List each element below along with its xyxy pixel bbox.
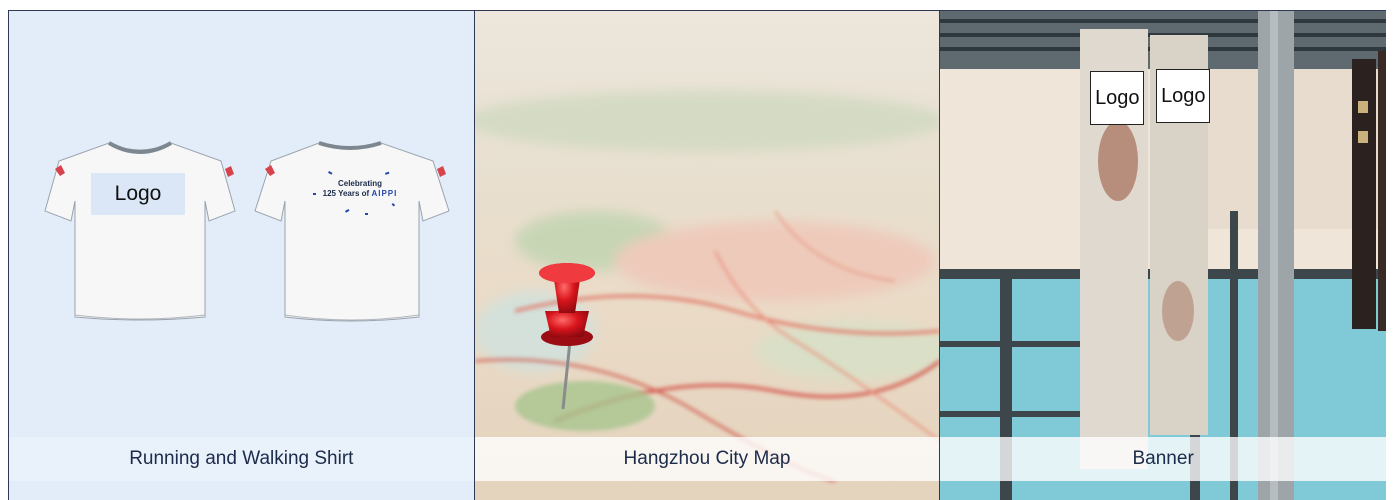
card-caption: Banner — [940, 437, 1386, 481]
tshirt-illustration — [44, 141, 450, 322]
back-print-brand: AIPPI — [371, 189, 398, 198]
map-photo — [474, 11, 940, 500]
merchandise-gallery: Logo Celebrating 125 Years of AIPPI Runn… — [8, 10, 1386, 500]
shirt-back-print: Celebrating 125 Years of AIPPI — [315, 179, 405, 199]
card-caption: Hangzhou City Map — [474, 437, 940, 481]
back-print-line1: Celebrating — [337, 179, 382, 188]
card-city-map[interactable]: Hangzhou City Map — [474, 10, 941, 500]
card-caption: Running and Walking Shirt — [9, 437, 474, 481]
banner-logo-placeholder-2: Logo — [1156, 69, 1211, 123]
card-running-shirt[interactable]: Logo Celebrating 125 Years of AIPPI Runn… — [8, 10, 475, 500]
back-print-line2: 125 Years of AIPPI — [315, 189, 405, 199]
shirt-logo-placeholder: Logo — [91, 173, 185, 215]
card-banner[interactable]: Logo Logo Banner — [940, 10, 1386, 500]
banner-logo-placeholder-1: Logo — [1090, 71, 1145, 125]
back-print-years: 125 Years of — [322, 189, 370, 198]
